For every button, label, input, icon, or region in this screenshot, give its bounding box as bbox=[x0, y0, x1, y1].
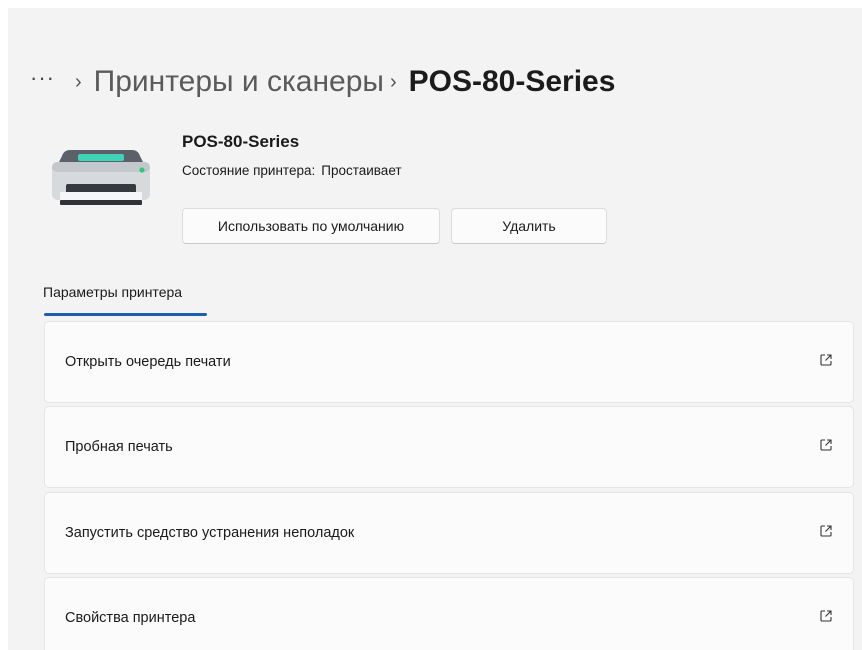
page-title: POS-80-Series bbox=[408, 65, 616, 98]
set-default-button[interactable]: Использовать по умолчанию bbox=[182, 208, 440, 244]
breadcrumb: ··· › Принтеры и сканеры › POS-80-Series bbox=[30, 60, 615, 104]
setting-label: Свойства принтера bbox=[65, 610, 196, 626]
setting-row-troubleshooter[interactable]: Запустить средство устранения неполадок bbox=[44, 492, 854, 574]
open-external-icon bbox=[820, 439, 832, 451]
status-value: Простаивает bbox=[321, 163, 402, 178]
setting-label: Открыть очередь печати bbox=[65, 354, 231, 370]
remove-button[interactable]: Удалить bbox=[451, 208, 607, 244]
device-name: POS-80-Series bbox=[182, 132, 300, 151]
setting-label: Пробная печать bbox=[65, 439, 173, 455]
breadcrumb-printers-link[interactable]: Принтеры и сканеры bbox=[94, 65, 384, 99]
open-external-icon bbox=[820, 610, 832, 622]
status-label: Состояние принтера: bbox=[182, 163, 316, 178]
more-icon[interactable]: ··· bbox=[30, 67, 55, 89]
chevron-right-icon: › bbox=[389, 70, 397, 93]
settings-window: ··· › Принтеры и сканеры › POS-80-Series… bbox=[8, 8, 862, 650]
setting-label: Запустить средство устранения неполадок bbox=[65, 525, 355, 541]
printer-status: Состояние принтера: Простаивает bbox=[182, 163, 402, 178]
open-external-icon bbox=[820, 354, 832, 366]
tab-selected-indicator bbox=[44, 313, 207, 316]
setting-row-test-print[interactable]: Пробная печать bbox=[44, 406, 854, 488]
chevron-right-icon: › bbox=[74, 70, 82, 93]
open-external-icon bbox=[820, 525, 832, 537]
setting-row-print-queue[interactable]: Открыть очередь печати bbox=[44, 321, 854, 403]
setting-row-printer-properties[interactable]: Свойства принтера bbox=[44, 577, 854, 650]
tab-printer-settings[interactable]: Параметры принтера bbox=[43, 284, 182, 300]
printer-icon bbox=[52, 150, 150, 205]
